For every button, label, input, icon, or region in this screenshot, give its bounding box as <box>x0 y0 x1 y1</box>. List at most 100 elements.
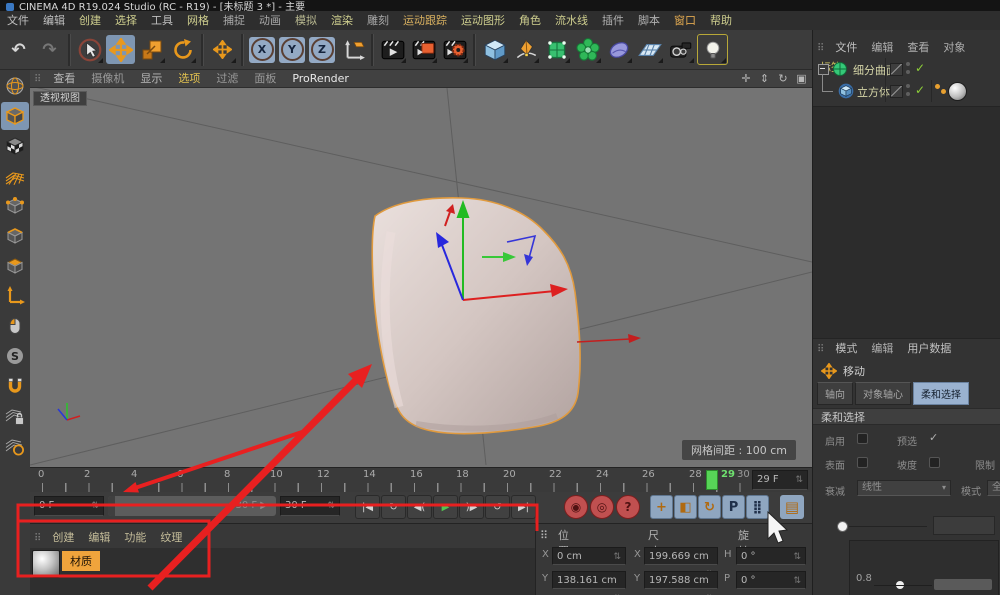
pos-y-field[interactable]: 138.161 cm⇅ <box>552 571 626 589</box>
y-axis-lock-button[interactable]: Y <box>279 37 305 63</box>
material-tag-icon[interactable] <box>948 82 967 101</box>
undo-button[interactable]: ↶ <box>4 35 33 64</box>
attribute-tab[interactable]: 轴向 <box>817 382 853 405</box>
attribute-menu-item[interactable]: 模式 <box>828 339 864 358</box>
visibility-dots-icon[interactable] <box>906 62 911 76</box>
spinner-icon[interactable]: ⇅ <box>793 572 801 590</box>
viewport-menu-item[interactable]: 面板 <box>246 70 284 88</box>
light-button[interactable] <box>697 34 728 65</box>
menu-item[interactable]: 运动图形 <box>454 11 512 30</box>
lock-workplane-tool[interactable] <box>1 402 29 430</box>
spline-pen-button[interactable] <box>511 35 540 64</box>
surface-checkbox[interactable] <box>857 457 868 468</box>
current-frame-field[interactable]: 29 F⇅ <box>752 470 808 490</box>
menu-item[interactable]: 流水线 <box>548 11 595 30</box>
view-label[interactable]: 透视视图 <box>33 91 87 106</box>
menu-item[interactable]: 网格 <box>180 11 216 30</box>
render-to-picture-viewer-button[interactable] <box>409 35 438 64</box>
panel-drag-handle-icon[interactable]: ⠿ <box>30 530 45 548</box>
rotate-tool[interactable] <box>168 35 197 64</box>
keyframe-button[interactable]: ↻ <box>698 495 721 519</box>
menu-item[interactable]: 选择 <box>108 11 144 30</box>
keyframe-button[interactable]: ⣿ <box>746 495 769 519</box>
material-menu-item[interactable]: 功能 <box>117 528 153 547</box>
subdivision-surface-object-icon[interactable] <box>832 61 848 77</box>
curve-scrollbar[interactable] <box>934 579 992 590</box>
playback-button[interactable]: |◀ <box>355 495 380 519</box>
record-button[interactable]: ◎ <box>590 495 614 519</box>
tag-dot-icon[interactable] <box>935 84 940 89</box>
record-button[interactable]: ◉ <box>564 495 588 519</box>
menu-item[interactable]: 帮助 <box>703 11 739 30</box>
move-tool[interactable] <box>106 35 135 64</box>
material-thumbnail[interactable] <box>32 550 60 578</box>
object-manager-menu-item[interactable]: 文件 <box>828 38 864 57</box>
spinner-icon[interactable]: ⇅ <box>793 548 801 566</box>
playback-button[interactable]: ↺ <box>485 495 510 519</box>
viewport-menu-item[interactable]: 摄像机 <box>83 70 132 88</box>
render-view-button[interactable] <box>378 35 407 64</box>
tag-dot-icon[interactable] <box>941 89 946 94</box>
pos-x-field[interactable]: 0 cm⇅ <box>552 547 626 565</box>
timeline-window-button[interactable]: ▤ <box>780 495 804 519</box>
preview-range-slider[interactable]: 30 F ▶ <box>108 496 276 516</box>
falloff-dropdown[interactable]: 线性▾ <box>857 480 951 496</box>
subdivided-cube-object[interactable] <box>372 198 580 434</box>
enable-checkbox[interactable] <box>857 433 868 444</box>
tree-row-subdivision-surface[interactable]: 细分曲面 ✓ <box>813 58 1000 80</box>
enable-axis-tool[interactable] <box>1 282 29 310</box>
environment-floor-button[interactable] <box>635 35 664 64</box>
last-tool-used[interactable] <box>208 35 237 64</box>
range-end-field[interactable]: 30 F⇅ <box>280 496 340 516</box>
menu-item[interactable]: 运动跟踪 <box>396 11 454 30</box>
edges-mode-tool[interactable] <box>1 222 29 250</box>
section-header[interactable]: 柔和选择 <box>813 408 1000 425</box>
polygons-mode-tool[interactable] <box>1 252 29 280</box>
redo-button[interactable]: ↷ <box>35 35 64 64</box>
slider-knob[interactable] <box>837 521 848 532</box>
magnet-snap-tool[interactable] <box>1 372 29 400</box>
enabled-check-icon[interactable]: ✓ <box>915 83 925 97</box>
spinner-icon[interactable]: ⇅ <box>327 497 335 515</box>
record-button[interactable]: ? <box>616 495 640 519</box>
panel-drag-handle-icon[interactable]: ⠿ <box>813 341 828 359</box>
viewport-menu-item[interactable]: 显示 <box>132 70 170 88</box>
panel-drag-handle-icon[interactable]: ⠿ <box>536 527 552 545</box>
viewport-solo-tool[interactable] <box>1 312 29 340</box>
texture-mode-tool[interactable] <box>1 132 29 160</box>
workplane-tool[interactable] <box>1 162 29 190</box>
coordinate-system-button[interactable] <box>338 35 367 64</box>
layer-square-icon[interactable] <box>890 85 903 98</box>
viewport-menu-item[interactable]: 选项 <box>170 70 208 88</box>
attribute-tab[interactable]: 柔和选择 <box>913 382 969 405</box>
strength-value-box[interactable] <box>933 516 995 535</box>
menu-item[interactable]: 动画 <box>252 11 288 30</box>
material-menu-item[interactable]: 编辑 <box>81 528 117 547</box>
menu-item[interactable]: 模拟 <box>288 11 324 30</box>
object-manager-menu-item[interactable]: 编辑 <box>864 38 900 57</box>
rotate-view-icon[interactable]: ↻ <box>776 70 791 88</box>
model-mode-tool[interactable] <box>1 102 29 130</box>
scale-tool[interactable] <box>137 35 166 64</box>
material-menu-item[interactable]: 纹理 <box>153 528 189 547</box>
viewport-menu-item[interactable]: 过滤 <box>208 70 246 88</box>
keyframe-button[interactable]: ◧ <box>674 495 697 519</box>
make-editable-tool[interactable] <box>1 72 29 100</box>
menu-item[interactable]: 工具 <box>144 11 180 30</box>
object-manager-empty-area[interactable] <box>813 106 1000 339</box>
menu-item[interactable]: 脚本 <box>631 11 667 30</box>
menu-item[interactable]: 文件 <box>0 11 36 30</box>
deformer-button[interactable] <box>604 35 633 64</box>
add-primitive-button[interactable] <box>480 35 509 64</box>
object-manager-menu-item[interactable]: 对象 <box>936 38 972 57</box>
rot-h-field[interactable]: 0 °⇅ <box>736 547 806 565</box>
pan-view-icon[interactable]: ✛ <box>739 70 754 88</box>
spinner-icon[interactable]: ⇅ <box>91 497 99 515</box>
viewport-menu-item[interactable]: 查看 <box>45 70 83 88</box>
menu-item[interactable]: 创建 <box>72 11 108 30</box>
menu-item[interactable]: 窗口 <box>667 11 703 30</box>
attribute-menu-item[interactable]: 编辑 <box>864 339 900 358</box>
toggle-view-icon[interactable]: ▣ <box>794 70 809 88</box>
range-start-field[interactable]: 0 F⇅ <box>34 496 104 516</box>
playback-button[interactable]: )▶ <box>459 495 484 519</box>
